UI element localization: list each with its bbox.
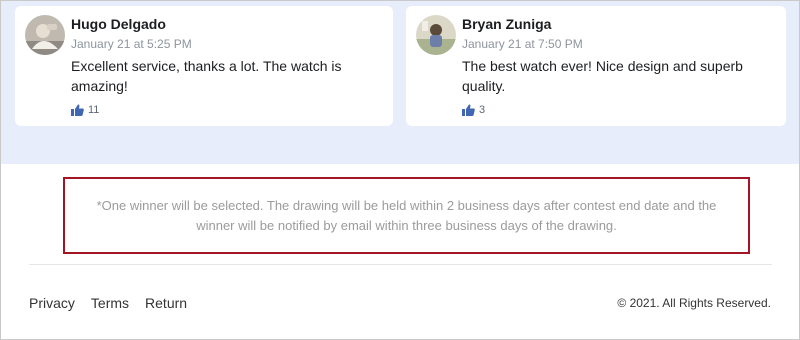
comment-text: The best watch ever! Nice design and sup… — [462, 58, 743, 94]
commenter-name[interactable]: Bryan Zuniga — [462, 16, 551, 32]
copyright-text: © 2021. All Rights Reserved. — [617, 296, 771, 310]
like-count-value: 3 — [479, 104, 486, 116]
footer-divider — [29, 264, 772, 265]
like-count[interactable]: 11 — [71, 103, 99, 117]
comment-date: January 21 at 7:50 PM — [462, 37, 583, 51]
like-count[interactable]: 3 — [462, 103, 485, 117]
contest-disclaimer: *One winner will be selected. The drawin… — [63, 177, 750, 254]
comment-date: January 21 at 5:25 PM — [71, 37, 192, 51]
privacy-link[interactable]: Privacy — [29, 295, 75, 311]
terms-link[interactable]: Terms — [91, 295, 129, 311]
return-link[interactable]: Return — [145, 295, 187, 311]
comment-card: Bryan Zuniga January 21 at 7:50 PM The b… — [406, 6, 786, 126]
thumbs-up-icon — [71, 104, 84, 116]
commenter-name[interactable]: Hugo Delgado — [71, 16, 166, 32]
comment-card: Hugo Delgado January 21 at 5:25 PM Excel… — [15, 6, 393, 126]
avatar[interactable] — [25, 15, 65, 55]
disclaimer-text: *One winner will be selected. The drawin… — [96, 197, 717, 233]
footer-nav: Privacy Terms Return — [29, 295, 187, 311]
like-count-value: 11 — [88, 104, 100, 116]
comment-text: Excellent service, thanks a lot. The wat… — [71, 58, 342, 94]
avatar[interactable] — [416, 15, 456, 55]
thumbs-up-icon — [462, 104, 475, 116]
